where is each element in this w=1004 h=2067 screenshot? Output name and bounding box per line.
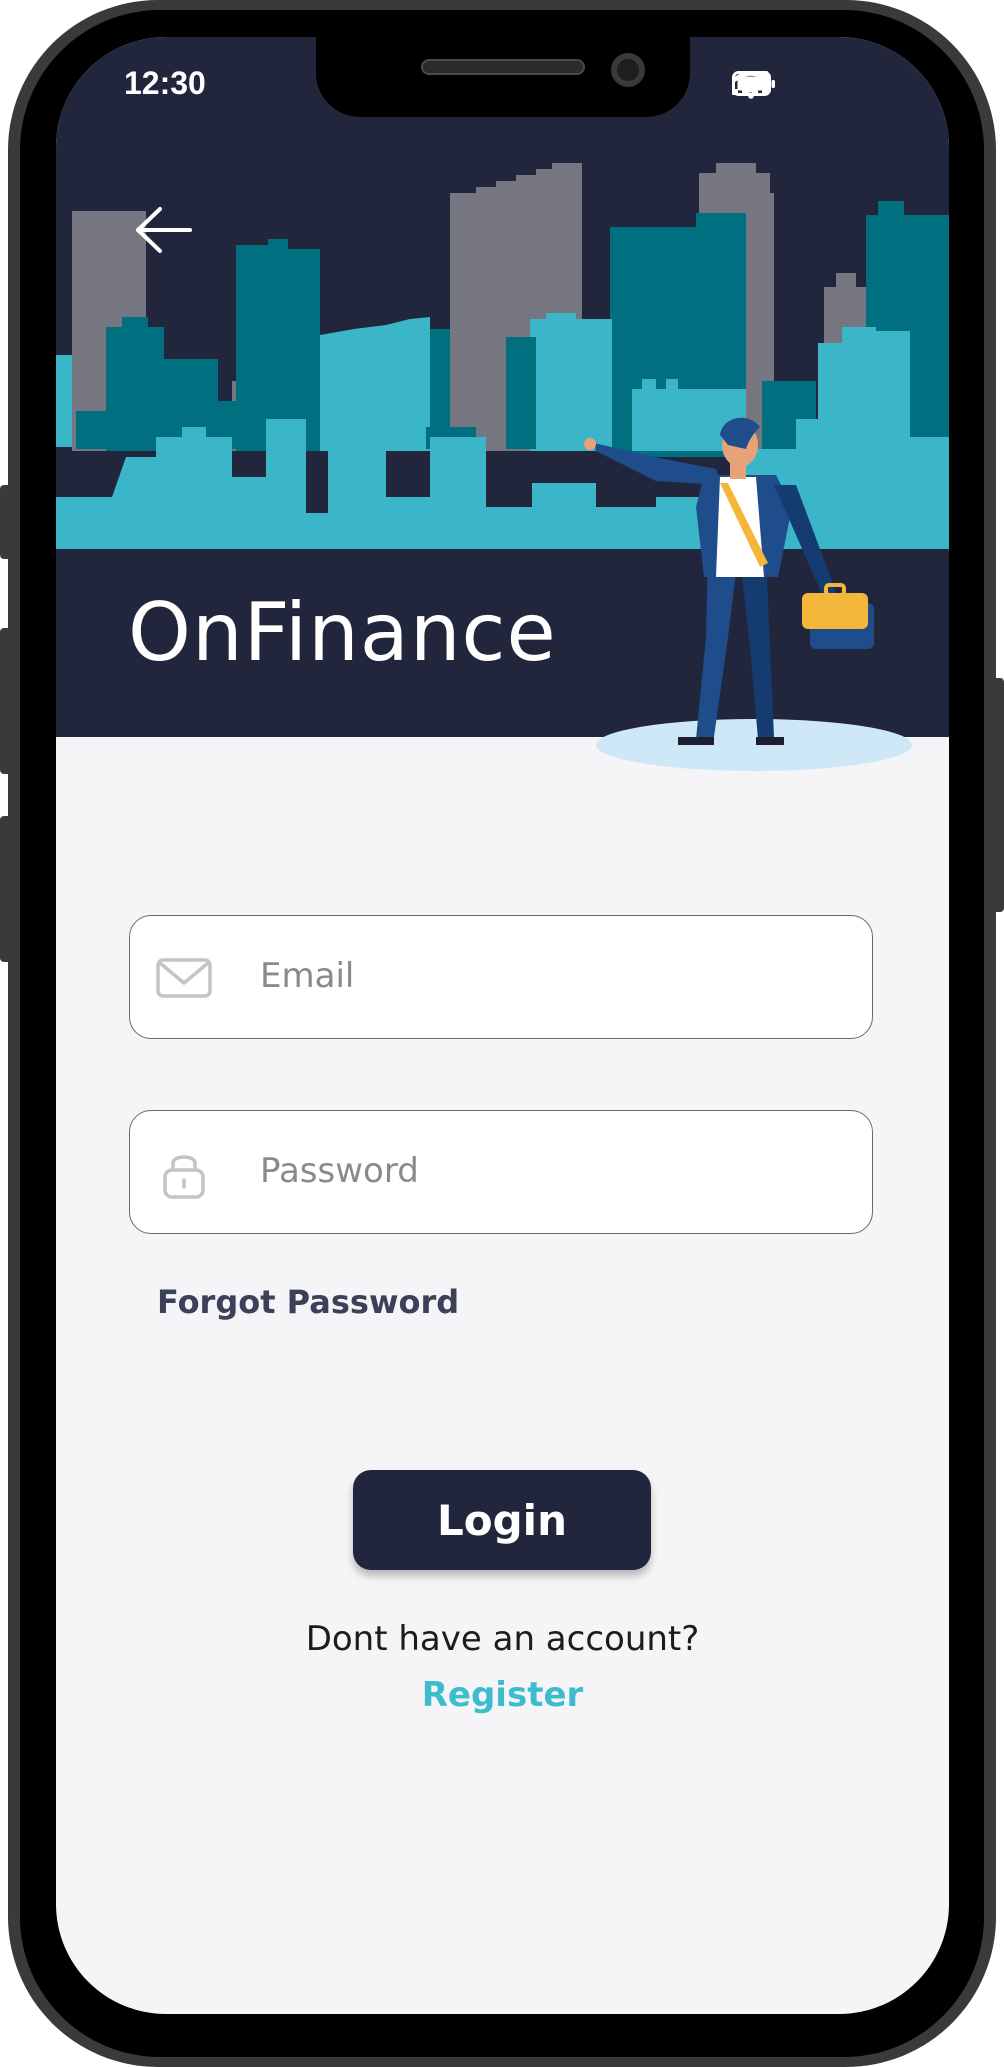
power-button: [992, 678, 1004, 912]
lock-icon: [163, 1155, 205, 1199]
front-camera: [611, 53, 645, 87]
speaker-grille: [421, 59, 585, 75]
app-title: OnFinance: [128, 586, 557, 679]
arrow-left-icon: [136, 207, 192, 253]
email-input[interactable]: [260, 916, 850, 1036]
hero-header: 12:30 OnFinance: [56, 37, 949, 771]
envelope-icon: [156, 958, 212, 998]
login-button[interactable]: Login: [353, 1470, 651, 1570]
battery-icon: [732, 71, 775, 96]
forgot-password-link[interactable]: Forgot Password: [157, 1283, 459, 1321]
volume-down-button: [0, 816, 12, 962]
no-account-text: Dont have an account?: [305, 1619, 700, 1659]
register-link[interactable]: Register: [56, 1675, 949, 1715]
back-button[interactable]: [134, 205, 194, 255]
app-screen: 12:30 OnFinance Email Forgot Password Lo…: [56, 37, 949, 2014]
password-field[interactable]: [129, 1110, 873, 1234]
email-field[interactable]: [129, 915, 873, 1039]
silent-switch: [0, 485, 12, 559]
volume-up-button: [0, 628, 12, 774]
status-time: 12:30: [124, 65, 206, 101]
password-input[interactable]: [260, 1111, 850, 1231]
